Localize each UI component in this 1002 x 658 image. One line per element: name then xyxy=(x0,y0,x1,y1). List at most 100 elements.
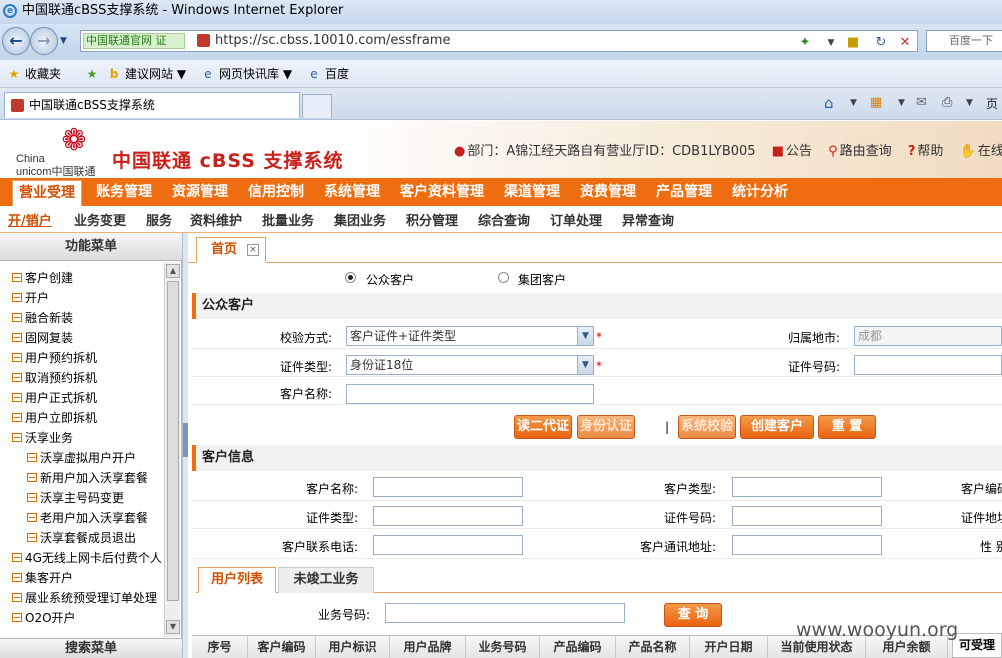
tree-item[interactable]: 用户预约拆机 xyxy=(12,348,97,368)
grid-col-header[interactable]: 用户标识 xyxy=(316,636,390,658)
grid-col-header[interactable]: 产品编码 xyxy=(540,636,616,658)
home-icon[interactable]: ⌂ xyxy=(824,94,834,112)
tree-item[interactable]: 固网复装 xyxy=(12,328,73,348)
cert-type-select[interactable]: 身份证18位 ▼ xyxy=(346,355,594,375)
tree-scrollbar[interactable]: ▲ ▼ xyxy=(164,263,180,637)
address-dropdown-icon[interactable]: ▼ xyxy=(823,35,839,51)
compatibility-icon[interactable]: ✦ xyxy=(797,35,813,51)
add-favorite-button[interactable]: ★ xyxy=(84,65,103,83)
suggested-sites-button[interactable]: b 建议网站 ▼ xyxy=(106,65,186,83)
back-button[interactable]: ← xyxy=(2,27,30,55)
route-query-link[interactable]: ⚲ 路由查询 xyxy=(828,144,898,159)
main-menu-item[interactable]: 信用控制 xyxy=(248,178,304,206)
info-contact-phone-input[interactable] xyxy=(373,535,523,555)
main-menu-item[interactable]: 系统管理 xyxy=(324,178,380,206)
system-verify-button[interactable]: 系统校验 xyxy=(678,415,736,439)
tree-item[interactable]: 用户正式拆机 xyxy=(12,388,97,408)
tab-user-list[interactable]: 用户列表 xyxy=(198,567,276,593)
info-contact-addr-input[interactable] xyxy=(732,535,882,555)
chevron-down-icon[interactable]: ▼ xyxy=(577,356,593,374)
tree-item[interactable]: 沃享套餐成员退出 xyxy=(27,528,136,548)
sub-menu-item[interactable]: 异常查询 xyxy=(622,210,674,229)
web-slice-button[interactable]: e 网页快讯库 ▼ xyxy=(200,65,292,83)
query-button[interactable]: 查 询 xyxy=(664,603,722,627)
grid-col-header[interactable]: 产品名称 xyxy=(616,636,690,658)
grid-col-header[interactable]: 开户日期 xyxy=(690,636,768,658)
tree-item[interactable]: 用户立即拆机 xyxy=(12,408,97,428)
info-cert-no-input[interactable] xyxy=(732,506,882,526)
tree-item[interactable]: 展业系统预受理订单处理 xyxy=(12,588,157,608)
site-identity-tag[interactable]: 中国联通官网 证 xyxy=(83,33,185,49)
scroll-thumb[interactable] xyxy=(167,281,179,601)
tree-item[interactable]: 老用户加入沃享套餐 xyxy=(27,508,148,528)
refresh-icon[interactable]: ↻ xyxy=(873,35,889,51)
public-customer-radio[interactable] xyxy=(345,272,356,283)
main-menu-item[interactable]: 账务管理 xyxy=(96,178,152,206)
print-dropdown-icon[interactable]: ▼ xyxy=(966,98,973,108)
main-menu-item[interactable]: 营业受理 xyxy=(12,180,82,206)
history-dropdown-icon[interactable]: ▼ xyxy=(60,36,67,46)
chevron-down-icon[interactable]: ▼ xyxy=(577,327,593,345)
search-box[interactable]: 百度一下 xyxy=(926,30,1002,52)
tree-item[interactable]: 开户 xyxy=(12,288,49,308)
print-icon[interactable]: ⎙ xyxy=(942,95,952,110)
tree-item[interactable]: 集客开户 xyxy=(12,568,73,588)
feeds-icon[interactable]: ▦ xyxy=(870,95,882,110)
id-auth-button[interactable]: 身份认证 xyxy=(577,415,635,439)
main-menu-item[interactable]: 资费管理 xyxy=(580,178,636,206)
info-cert-type-input[interactable] xyxy=(373,506,523,526)
sub-menu-item[interactable]: 业务变更 xyxy=(74,210,126,229)
service-no-input[interactable] xyxy=(385,603,625,623)
close-icon[interactable]: × xyxy=(247,244,259,256)
online-link[interactable]: ✋在线交 xyxy=(960,144,1002,159)
grid-col-header[interactable]: 客户编码 xyxy=(248,636,316,658)
grid-col-header[interactable]: 序号 xyxy=(192,636,248,658)
baidu-link[interactable]: e 百度 xyxy=(306,65,349,83)
tree-item[interactable]: 取消预约拆机 xyxy=(12,368,97,388)
main-menu-item[interactable]: 资源管理 xyxy=(172,178,228,206)
tree-item[interactable]: 4G无线上网卡后付费个人 xyxy=(12,548,162,568)
tree-item[interactable]: O2O开户 xyxy=(12,608,76,628)
main-menu-item[interactable]: 渠道管理 xyxy=(504,178,560,206)
sub-menu-item[interactable]: 集团业务 xyxy=(334,210,386,229)
help-link[interactable]: ? 帮助 xyxy=(908,144,950,159)
tree-item[interactable]: 沃享业务 xyxy=(12,428,73,448)
sub-menu-item[interactable]: 资料维护 xyxy=(190,210,242,229)
info-cust-name-input[interactable] xyxy=(373,477,523,497)
main-menu-item[interactable]: 客户资料管理 xyxy=(400,178,484,206)
browser-tab-active[interactable]: 中国联通cBSS支撑系统 xyxy=(4,92,300,118)
tab-home[interactable]: 首页 × xyxy=(196,237,266,263)
sub-menu-item[interactable]: 批量业务 xyxy=(262,210,314,229)
tab-pending-business[interactable]: 未竣工业务 xyxy=(278,567,374,593)
new-tab-button[interactable] xyxy=(302,94,332,118)
tree-item[interactable]: 新用户加入沃享套餐 xyxy=(27,468,148,488)
page-menu-icon[interactable]: 页 xyxy=(986,95,998,112)
address-box[interactable]: 中国联通官网 证 https://sc.cbss.10010.com/essfr… xyxy=(80,30,918,52)
forward-button[interactable]: → xyxy=(30,27,58,55)
cust-name-input[interactable] xyxy=(346,384,594,404)
create-customer-button[interactable]: 创建客户 xyxy=(740,415,814,439)
sub-menu-item[interactable]: 积分管理 xyxy=(406,210,458,229)
sub-menu-item[interactable]: 开/销户 xyxy=(8,210,52,229)
favorites-button[interactable]: ★ 收藏夹 xyxy=(6,65,61,83)
read-id-card-button[interactable]: 读二代证 xyxy=(514,415,572,439)
tree-item[interactable]: 沃享主号码变更 xyxy=(27,488,124,508)
notice-link[interactable]: ■ 公告 xyxy=(772,144,818,159)
scroll-down-icon[interactable]: ▼ xyxy=(166,620,180,634)
cert-no-input[interactable] xyxy=(854,355,1002,375)
grid-col-header-available[interactable]: 可受理 xyxy=(952,633,1002,658)
scroll-up-icon[interactable]: ▲ xyxy=(166,264,180,278)
stop-icon[interactable]: ✕ xyxy=(897,35,913,51)
tree-item[interactable]: 沃享虚拟用户开户 xyxy=(27,448,136,468)
sub-menu-item[interactable]: 综合查询 xyxy=(478,210,530,229)
tree-item[interactable]: 客户创建 xyxy=(12,268,73,288)
url-text[interactable]: https://sc.cbss.10010.com/essframe xyxy=(215,33,450,48)
info-cust-type-input[interactable] xyxy=(732,477,882,497)
grid-col-header[interactable]: 用户品牌 xyxy=(390,636,466,658)
grid-col-header[interactable]: 业务号码 xyxy=(466,636,540,658)
main-menu-item[interactable]: 统计分析 xyxy=(732,178,788,206)
search-menu-title[interactable]: 搜索菜单 xyxy=(0,638,182,658)
main-menu-item[interactable]: 产品管理 xyxy=(656,178,712,206)
sub-menu-item[interactable]: 服务 xyxy=(146,210,172,229)
reset-button[interactable]: 重 置 xyxy=(818,415,876,439)
